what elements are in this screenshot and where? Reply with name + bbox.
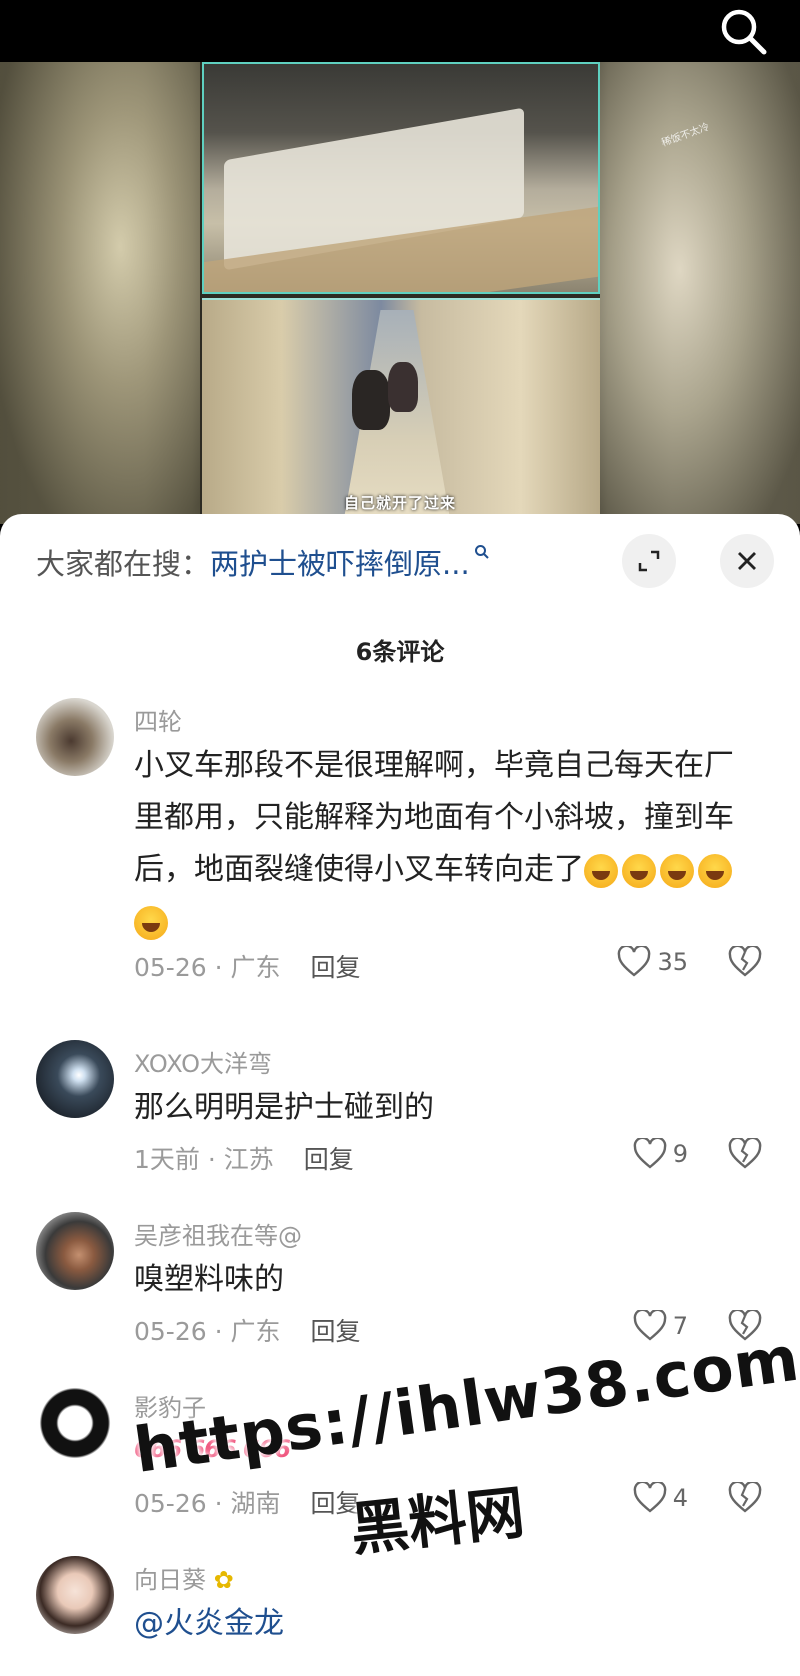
video-subtitle: 自己就开了过来 [343, 494, 456, 512]
comment-meta: 05-26 · 广东 回复 [134, 1312, 361, 1348]
comment-meta: 1天前 · 江苏 回复 [134, 1140, 354, 1176]
hot-search-bar[interactable]: 大家都在搜： 两护士被吓摔倒原... [36, 540, 490, 584]
reply-button[interactable]: 回复 [304, 1145, 354, 1174]
expand-icon [638, 550, 660, 572]
comment-username[interactable]: 吴彦祖我在等@ [134, 1216, 302, 1251]
avatar[interactable] [36, 698, 114, 776]
video-blur-left [0, 62, 200, 524]
like-count: 9 [672, 1140, 688, 1168]
avatar[interactable] [36, 1384, 114, 1462]
like-button[interactable]: 9 [633, 1138, 688, 1170]
avatar[interactable] [36, 1212, 114, 1290]
comment-item: 向日葵 ✿ @火炎金龙 [0, 1556, 800, 1676]
comment-count: 6条评论 [355, 638, 445, 666]
heart-icon [618, 946, 651, 977]
hot-search-label: 大家都在搜： [36, 547, 211, 581]
comment-text: @火炎金龙 [134, 1598, 754, 1650]
comment-item: XOXO大洋弯 那么明明是护士碰到的 1天前 · 江苏 回复 9 [0, 1040, 800, 1200]
search-small-icon [474, 544, 490, 565]
cctv-frame-top [202, 62, 600, 294]
comment-text: 嗅塑料味的 [134, 1262, 284, 1297]
video-player[interactable]: 稀饭不太冷 自己就开了过来 [0, 62, 800, 524]
comment-username[interactable]: XOXO大洋弯 [134, 1044, 272, 1079]
watermark-name: 黑料网 [347, 1478, 528, 1564]
comment-meta: 05-26 · 广东 回复 [134, 948, 361, 984]
comment-time-location: 05-26 · 广东 [134, 953, 281, 982]
broken-heart-icon [728, 944, 762, 977]
like-count: 35 [657, 948, 688, 976]
dislike-button[interactable] [728, 944, 762, 982]
reply-button[interactable]: 回复 [311, 953, 361, 982]
comment-username[interactable]: 向日葵 ✿ [134, 1560, 234, 1595]
avatar[interactable] [36, 1040, 114, 1118]
broken-heart-icon [728, 1136, 762, 1169]
comment-text: 小叉车那段不是很理解啊，毕竟自己每天在厂里都用，只能解释为地面有个小斜坡，撞到车… [134, 740, 754, 948]
avatar[interactable] [36, 1556, 114, 1634]
heart-icon [633, 1310, 667, 1341]
expand-button[interactable] [622, 534, 676, 588]
reply-button[interactable]: 回复 [311, 1317, 361, 1346]
dislike-button[interactable] [728, 1136, 762, 1174]
comment-item: 四轮 小叉车那段不是很理解啊，毕竟自己每天在厂里都用，只能解释为地面有个小斜坡，… [0, 698, 800, 1028]
comment-username[interactable]: 四轮 [134, 702, 182, 737]
watermark: https://ihlw38.com 黑料网 [130, 1321, 800, 1564]
heart-icon [633, 1138, 667, 1169]
cctv-frame-bottom [202, 298, 600, 524]
search-icon[interactable] [718, 6, 770, 58]
like-button[interactable]: 35 [617, 946, 688, 978]
close-button[interactable] [720, 534, 774, 588]
hot-search-query[interactable]: 两护士被吓摔倒原... [210, 541, 470, 583]
top-bar [0, 0, 800, 62]
comment-username-text: 向日葵 [134, 1566, 206, 1594]
comment-time-location: 05-26 · 广东 [134, 1317, 281, 1346]
mention-link[interactable]: @火炎金龙 [134, 1606, 284, 1641]
comment-text: 那么明明是护士碰到的 [134, 1090, 434, 1125]
comment-time-location: 1天前 · 江苏 [134, 1145, 274, 1174]
close-icon [738, 552, 756, 570]
sunflower-icon: ✿ [213, 1566, 234, 1594]
